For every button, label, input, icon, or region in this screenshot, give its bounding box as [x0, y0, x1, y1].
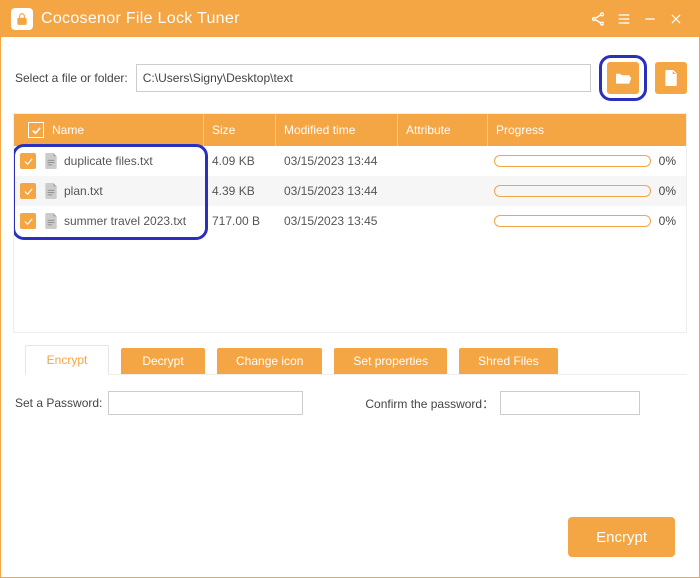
- browse-highlight: [599, 55, 647, 101]
- folder-open-icon: [614, 71, 632, 85]
- confirm-password-label: Confirm the password：: [365, 395, 494, 412]
- app-title: Cocosenor File Lock Tuner: [41, 10, 240, 28]
- file-size: 4.39 KB: [204, 184, 276, 198]
- file-size: 717.00 B: [204, 214, 276, 228]
- row-checkbox[interactable]: [20, 213, 36, 229]
- file-modified: 03/15/2023 13:44: [276, 184, 398, 198]
- table-row[interactable]: summer travel 2023.txt 717.00 B 03/15/20…: [14, 206, 686, 236]
- file-icon: [664, 70, 678, 86]
- close-icon[interactable]: [663, 6, 689, 32]
- new-file-button[interactable]: [655, 62, 687, 94]
- row-checkbox[interactable]: [20, 183, 36, 199]
- minimize-icon[interactable]: [637, 6, 663, 32]
- path-input[interactable]: [136, 64, 591, 92]
- file-modified: 03/15/2023 13:44: [276, 154, 398, 168]
- title-bar: Cocosenor File Lock Tuner: [1, 1, 699, 37]
- file-size: 4.09 KB: [204, 154, 276, 168]
- progress-bar: [494, 215, 651, 227]
- set-password-label: Set a Password:: [15, 396, 102, 410]
- app-logo: [11, 8, 33, 30]
- file-name: duplicate files.txt: [64, 154, 153, 168]
- column-header-size[interactable]: Size: [204, 114, 276, 146]
- tab-set-properties[interactable]: Set properties: [334, 348, 447, 374]
- progress-percent: 0%: [659, 214, 676, 228]
- menu-icon[interactable]: [611, 6, 637, 32]
- text-file-icon: [44, 213, 58, 229]
- tab-decrypt[interactable]: Decrypt: [121, 348, 205, 374]
- file-name: summer travel 2023.txt: [64, 214, 186, 228]
- browse-folder-button[interactable]: [607, 62, 639, 94]
- progress-bar: [494, 155, 651, 167]
- column-header-modified[interactable]: Modified time: [276, 114, 398, 146]
- path-label: Select a file or folder:: [15, 71, 128, 85]
- column-header-progress[interactable]: Progress: [488, 114, 686, 146]
- tab-shred-files[interactable]: Shred Files: [459, 348, 558, 374]
- table-row[interactable]: duplicate files.txt 4.09 KB 03/15/2023 1…: [14, 146, 686, 176]
- share-icon[interactable]: [585, 6, 611, 32]
- file-name: plan.txt: [64, 184, 103, 198]
- file-table: Name Size Modified time Attribute Progre…: [13, 113, 687, 333]
- column-header-attribute[interactable]: Attribute: [398, 114, 488, 146]
- text-file-icon: [44, 183, 58, 199]
- set-password-input[interactable]: [108, 391, 303, 415]
- progress-percent: 0%: [659, 184, 676, 198]
- select-all-checkbox[interactable]: [28, 122, 44, 138]
- table-row[interactable]: plan.txt 4.39 KB 03/15/2023 13:44 0%: [14, 176, 686, 206]
- progress-percent: 0%: [659, 154, 676, 168]
- column-header-name[interactable]: Name: [14, 114, 204, 146]
- encrypt-button[interactable]: Encrypt: [568, 517, 675, 557]
- row-checkbox[interactable]: [20, 153, 36, 169]
- file-modified: 03/15/2023 13:45: [276, 214, 398, 228]
- progress-bar: [494, 185, 651, 197]
- confirm-password-input[interactable]: [500, 391, 640, 415]
- tab-change-icon[interactable]: Change icon: [217, 348, 322, 374]
- text-file-icon: [44, 153, 58, 169]
- tab-encrypt[interactable]: Encrypt: [25, 345, 109, 375]
